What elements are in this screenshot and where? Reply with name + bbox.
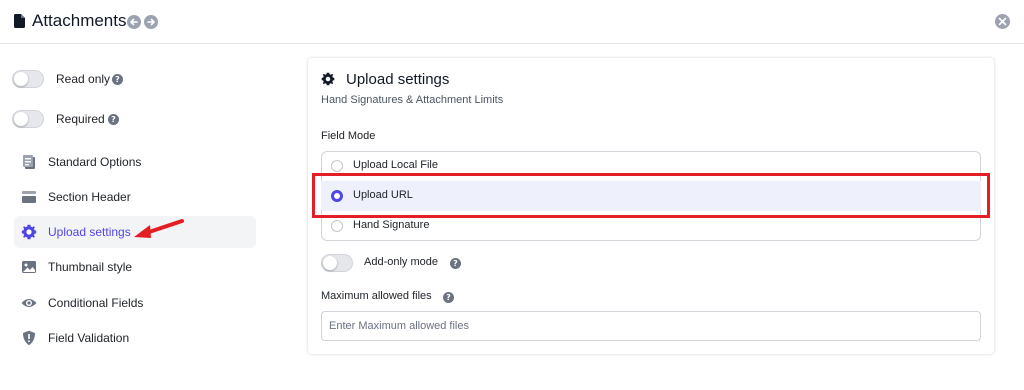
gear-icon	[321, 72, 335, 86]
toggle-knob	[14, 72, 28, 86]
add-only-mode-label: Add-only mode	[364, 256, 438, 268]
sidebar-item-label: Thumbnail style	[48, 260, 133, 274]
radio-circle[interactable]	[331, 190, 343, 202]
sidebar-item-label: Conditional Fields	[48, 296, 144, 310]
sidebar-item-label: Standard Options	[48, 155, 142, 169]
radio-upload-local-file[interactable]: Upload Local File	[321, 151, 981, 181]
help-icon[interactable]: ?	[450, 258, 461, 269]
sidebar-item-section-header[interactable]: Section Header	[14, 181, 256, 213]
section-header-icon	[22, 191, 36, 203]
back-button[interactable]	[127, 15, 141, 29]
close-icon	[998, 17, 1007, 26]
required-label: Required	[56, 112, 105, 126]
radio-circle[interactable]	[331, 220, 343, 232]
read-only-label: Read only	[56, 72, 111, 86]
modal-header: Attachments	[0, 0, 1024, 44]
forward-button[interactable]	[144, 15, 158, 29]
read-only-toggle[interactable]	[12, 70, 44, 88]
close-button[interactable]	[995, 14, 1010, 29]
panel-subtitle: Hand Signatures & Attachment Limits	[321, 94, 504, 106]
shield-icon	[23, 330, 35, 346]
toggle-knob	[323, 256, 337, 270]
annotation-arrow	[134, 219, 184, 238]
radio-upload-url[interactable]: Upload URL	[321, 181, 981, 211]
panel-title: Upload settings	[346, 71, 450, 88]
toggle-knob	[14, 112, 28, 126]
max-files-input[interactable]	[321, 311, 981, 341]
page-title: Attachments	[32, 11, 127, 30]
image-icon	[22, 261, 36, 273]
field-mode-label: Field Mode	[321, 130, 376, 142]
help-icon[interactable]: ?	[112, 74, 123, 85]
file-icon	[14, 14, 25, 28]
sidebar-item-label: Section Header	[48, 190, 131, 204]
max-files-label: Maximum allowed files	[321, 290, 432, 302]
eye-icon	[21, 299, 37, 307]
sidebar-item-label: Upload settings	[48, 225, 131, 239]
radio-hand-signature[interactable]: Hand Signature	[321, 211, 981, 241]
sidebar-item-field-validation[interactable]: Field Validation	[14, 322, 256, 354]
radio-label: Hand Signature	[353, 219, 430, 231]
help-icon[interactable]: ?	[443, 292, 454, 303]
sidebar-item-conditional-fields[interactable]: Conditional Fields	[14, 287, 256, 319]
required-toggle[interactable]	[12, 110, 44, 128]
add-only-mode-toggle[interactable]	[321, 254, 353, 272]
sidebar-item-thumbnail-style[interactable]: Thumbnail style	[14, 251, 256, 283]
clipboard-icon	[23, 155, 35, 169]
arrow-right-icon	[147, 18, 155, 26]
radio-circle[interactable]	[331, 160, 343, 172]
gear-icon	[21, 224, 37, 240]
radio-label: Upload URL	[353, 189, 413, 201]
sidebar-item-label: Field Validation	[48, 331, 130, 345]
sidebar-item-standard-options[interactable]: Standard Options	[14, 146, 256, 178]
help-icon[interactable]: ?	[108, 114, 119, 125]
arrow-left-icon	[130, 18, 138, 26]
radio-label: Upload Local File	[353, 159, 438, 171]
